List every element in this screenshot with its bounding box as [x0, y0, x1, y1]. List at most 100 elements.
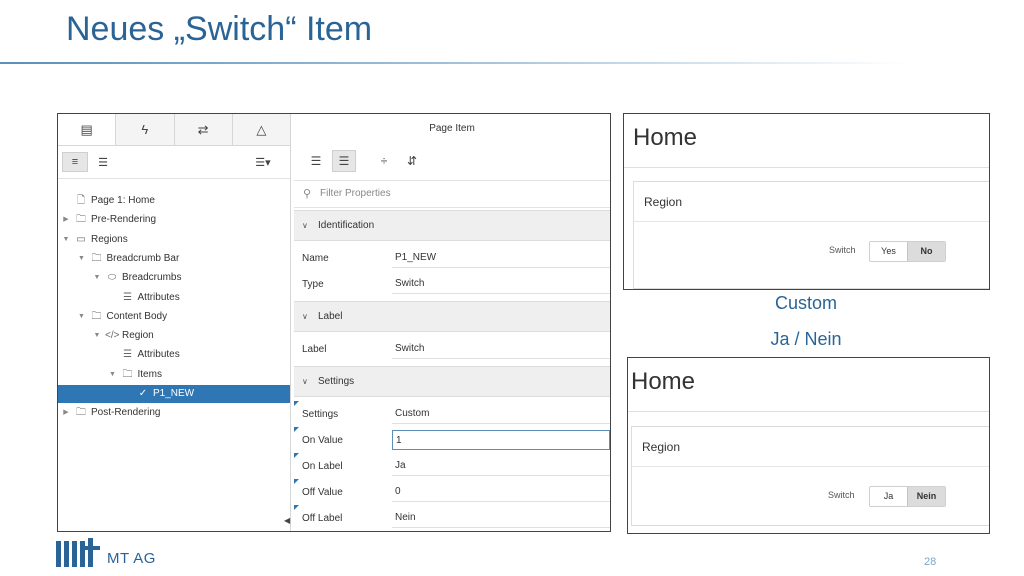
expanded-caret-icon[interactable]: ▼ — [62, 231, 70, 249]
list-icon: ☰ — [310, 154, 322, 168]
preview-custom-title-rule — [624, 167, 989, 168]
tree-node[interactable]: ▼ ⬭ Breadcrumbs — [58, 269, 290, 287]
preview-ja-nein-region-rule — [632, 466, 989, 467]
chevron-down-icon: ∨ — [302, 221, 308, 230]
shared-components-icon: △ — [256, 121, 267, 137]
tree-node-label: Attributes — [137, 291, 180, 303]
switch-option-yes[interactable]: Yes — [870, 242, 907, 261]
breadcrumb-icon: ⬭ — [107, 272, 117, 284]
processing-icon: ⇄ — [197, 121, 209, 137]
show-common-button[interactable]: ☰ — [304, 150, 328, 172]
show-all-button[interactable]: ☰ — [332, 150, 356, 172]
tree-tabs: ▤ ϟ ⇄ △ — [58, 114, 290, 146]
tree-node-label: Page 1: Home — [91, 195, 155, 206]
expanded-caret-icon[interactable]: ▼ — [93, 327, 101, 345]
property-row: Settings Custom — [294, 401, 610, 427]
expanded-caret-icon[interactable]: ▼ — [78, 308, 86, 326]
tree-node[interactable]: ▼ 🗀 Items — [58, 366, 290, 384]
filter-properties[interactable]: ⚲ Filter Properties — [294, 180, 610, 208]
property-row: On Value 1 — [294, 427, 610, 453]
property-label: Label — [302, 344, 327, 355]
collapse-all-button[interactable]: ÷ — [372, 150, 396, 172]
property-group-label[interactable]: ∨ Label — [294, 301, 610, 332]
folder-icon: 🗀 — [91, 252, 102, 264]
tree-node-label: Items — [137, 368, 162, 380]
property-value-field[interactable]: P1_NEW — [392, 248, 610, 268]
expand-all-button[interactable]: ⇵ — [400, 150, 424, 172]
tree-menu-button[interactable]: ☰▾ — [248, 152, 278, 172]
slide-title: Neues „Switch“ Item — [66, 10, 373, 48]
group-by-processing-button[interactable]: ☰ — [90, 152, 116, 172]
tree-node[interactable]: ▼ ▭ Regions — [58, 231, 290, 249]
property-value-field[interactable]: Switch — [392, 274, 610, 294]
collapse-pane-icon[interactable]: ◀ — [284, 516, 290, 525]
tab-processing[interactable]: ⇄ — [174, 114, 233, 145]
property-value-field[interactable]: Ja — [392, 456, 610, 476]
expanded-caret-icon[interactable]: ▼ — [93, 269, 101, 287]
required-marker — [294, 427, 299, 432]
page-number: 28 — [924, 556, 937, 568]
property-label: Settings — [302, 409, 339, 420]
tab-rendering[interactable]: ▤ — [58, 114, 117, 145]
list-all-icon: ☰ — [338, 154, 350, 168]
switch-item-icon: ✓ — [138, 388, 148, 399]
property-label: Name — [302, 253, 329, 264]
tree-node-label: Attributes — [137, 349, 180, 361]
property-group-identification[interactable]: ∨ Identification — [294, 210, 610, 241]
property-value-field[interactable]: Custom — [392, 404, 610, 424]
tree-node[interactable]: ☰ Attributes — [58, 346, 290, 364]
switch-option-ja[interactable]: Ja — [870, 487, 907, 506]
tree-node-label: P1_NEW — [153, 388, 195, 399]
group-by-component-button[interactable]: ≡ — [62, 152, 88, 172]
tree-node[interactable]: ▶ 🗀 Pre-Rendering — [58, 211, 290, 229]
property-editor: Page Item ☰ ☰ ÷ ⇵ ⚲ Filter Properties ∨ I… — [294, 114, 610, 531]
tree-node[interactable]: ▶ 🗀 Post-Rendering — [58, 404, 290, 422]
rendering-tree-pane: ▤ ϟ ⇄ △ ≡ ☰ ☰▾ 🗋 Page 1: Home ▶ 🗀 Pre-Render — [58, 114, 291, 531]
property-groups: ∨ Identification Name P1_NEW Type Switch ∨ Labe… — [294, 210, 610, 531]
property-value-field[interactable]: 0 — [392, 482, 610, 502]
preview-ja-nein-switch-label: Switch — [828, 490, 855, 500]
collapsed-caret-icon[interactable]: ▶ — [62, 404, 70, 422]
property-label: On Label — [302, 461, 343, 472]
page-designer-screenshot: ▤ ϟ ⇄ △ ≡ ☰ ☰▾ 🗋 Page 1: Home ▶ 🗀 Pre-Render — [57, 113, 611, 532]
property-value-field[interactable]: 1 — [392, 430, 610, 450]
tree-node[interactable]: 🗋 Page 1: Home — [58, 192, 290, 210]
preview-custom: Home Region Switch Yes No — [623, 113, 990, 290]
tree-node[interactable]: ☰ Attributes — [58, 289, 290, 307]
page-icon: 🗋 — [76, 195, 86, 206]
tree-node[interactable]: ✓ P1_NEW — [58, 385, 290, 403]
required-marker — [294, 479, 299, 484]
mt-ag-logo-icon — [56, 538, 100, 567]
property-value-field[interactable]: Nein — [392, 508, 610, 528]
required-marker — [294, 401, 299, 406]
rendering-tree-icon: ▤ — [80, 121, 93, 137]
search-icon: ⚲ — [303, 188, 312, 200]
switch-option-nein[interactable]: Nein — [907, 487, 945, 506]
tree-node[interactable]: ▼ </> Region — [58, 327, 290, 345]
tab-shared-components[interactable]: △ — [232, 114, 290, 145]
property-label: Off Value — [302, 487, 343, 498]
preview-custom-switch[interactable]: Yes No — [869, 241, 946, 262]
tree-node[interactable]: ▼ 🗀 Content Body — [58, 308, 290, 326]
property-group-settings[interactable]: ∨ Settings — [294, 366, 610, 397]
property-label: Type — [302, 279, 324, 290]
preview-ja-nein-switch[interactable]: Ja Nein — [869, 486, 946, 507]
preview-custom-page-title: Home — [633, 124, 698, 151]
dynamic-actions-icon: ϟ — [141, 122, 149, 137]
property-value-field[interactable]: Switch — [392, 339, 610, 359]
numbered-list-icon: ≡ — [71, 156, 79, 168]
filter-properties-input[interactable]: Filter Properties — [320, 181, 391, 207]
expanded-caret-icon[interactable]: ▼ — [78, 250, 86, 268]
preview-custom-region-title: Region — [644, 195, 683, 209]
property-toolbar: ☰ ☰ ÷ ⇵ — [294, 144, 610, 180]
preview-ja-nein: Home Region Switch Ja Nein — [627, 357, 990, 534]
expanded-caret-icon[interactable]: ▼ — [109, 366, 117, 384]
collapsed-caret-icon[interactable]: ▶ — [62, 211, 70, 229]
tab-dynamic-actions[interactable]: ϟ — [116, 114, 175, 145]
required-marker — [294, 453, 299, 458]
switch-option-no[interactable]: No — [907, 242, 945, 261]
attributes-icon: ☰ — [123, 349, 132, 361]
tree-node[interactable]: ▼ 🗀 Breadcrumb Bar — [58, 250, 290, 268]
grouped-list-icon: ☰ — [98, 156, 108, 169]
tree-node-label: Pre-Rendering — [91, 214, 157, 226]
